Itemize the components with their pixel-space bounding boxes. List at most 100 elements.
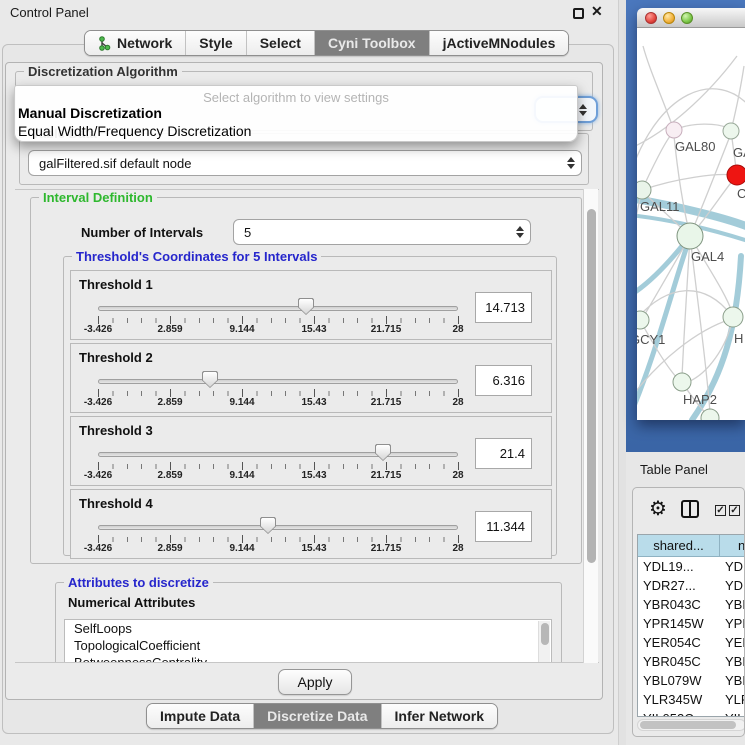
network-window-titlebar[interactable] (637, 8, 745, 28)
table-horizontal-scrollbar[interactable] (637, 719, 745, 731)
cell: YBR043C (720, 595, 745, 614)
list-item[interactable]: TopologicalCoefficient (65, 637, 551, 654)
table-row[interactable]: YBR043CYBR043C (638, 595, 745, 614)
cell: YER054C (720, 633, 745, 652)
threshold-2-value-field[interactable]: 6.316 (475, 365, 532, 396)
numerical-attributes-list[interactable]: SelfLoops TopologicalCoefficient Between… (64, 619, 552, 663)
threshold-1-label: Threshold 1 (79, 277, 153, 292)
tab-infer-network[interactable]: Infer Network (382, 704, 497, 728)
threshold-1-slider[interactable] (98, 306, 458, 311)
cyni-toolbox-panel: Discretization Algorithm Select algorith… (5, 62, 603, 700)
network-view-window[interactable]: GAL80 GA GAL11 C GAL4 GCY1 H HAP2 (637, 8, 745, 420)
combo-stepper-icon (561, 157, 581, 169)
threshold-2-slider[interactable] (98, 379, 458, 384)
tick-label: 15.43 (301, 470, 326, 481)
threshold-1-value-field[interactable]: 14.713 (475, 292, 532, 323)
tick-label: 21.715 (371, 543, 402, 554)
threshold-4-slider[interactable] (98, 525, 458, 530)
threshold-3-slider[interactable] (98, 452, 458, 457)
gear-icon[interactable]: ⚙ (649, 496, 667, 521)
tab-select[interactable]: Select (247, 31, 315, 55)
table-row[interactable]: YLR345WYLR345W (638, 690, 745, 709)
tick-labels: -3.426 2.859 9.144 15.43 21.715 28 (98, 543, 459, 556)
scrollbar-thumb[interactable] (640, 721, 736, 729)
table-panel-title: Table Panel (640, 462, 708, 477)
panel-scrollbar[interactable] (583, 189, 598, 663)
table-toolbar: ⚙ ✓ ✓ (633, 488, 745, 532)
algorithm-dropdown-popup: Select algorithm to view settings Manual… (14, 85, 578, 142)
settings-scroll-viewport: Interval Definition Number of Intervals … (15, 189, 599, 663)
threshold-4-label: Threshold 4 (79, 496, 153, 511)
tab-impute-data-label: Impute Data (160, 708, 240, 724)
float-window-icon[interactable] (573, 8, 584, 19)
threshold-3-slider-handle[interactable] (375, 444, 391, 461)
cell: YBL079W (720, 671, 745, 690)
list-scrollbar[interactable] (538, 621, 550, 663)
discretization-algorithm-group-title: Discretization Algorithm (24, 64, 182, 79)
table-row[interactable]: YDR27...YDR27... (638, 576, 745, 595)
threshold-3-panel: Threshold 3 -3.426 2.859 9.144 15.43 21.… (70, 416, 552, 486)
table-row[interactable]: YDL19...YDL19... (638, 557, 745, 576)
table-row[interactable]: YER054CYER054C (638, 633, 745, 652)
number-of-intervals-label: Number of Intervals (81, 225, 203, 240)
column-header-shared[interactable]: shared... (638, 535, 720, 557)
cell: YIL052C (720, 709, 745, 717)
top-tab-bar: Network Style Select Cyni Toolbox jActiv… (84, 30, 569, 56)
tab-discretize-data-label: Discretize Data (267, 708, 367, 724)
checkbox-icon[interactable]: ✓ (715, 505, 726, 516)
cell: YDR27... (720, 576, 745, 595)
thresholds-group-title: Threshold's Coordinates for 5 Intervals (72, 249, 321, 264)
cell: YIL052C (638, 709, 720, 717)
threshold-4-panel: Threshold 4 -3.426 2.859 9.144 15.43 21.… (70, 489, 552, 559)
list-item[interactable]: SelfLoops (65, 620, 551, 637)
node-label-gal11: GAL11 (640, 199, 680, 214)
table-row[interactable]: YIL052CYIL052C (638, 709, 745, 717)
cell: YLR345W (720, 690, 745, 709)
network-canvas[interactable]: GAL80 GA GAL11 C GAL4 GCY1 H HAP2 (637, 28, 745, 420)
tick-label: 21.715 (371, 397, 402, 408)
tick-marks (98, 462, 459, 470)
tick-label: 9.144 (229, 470, 254, 481)
tab-style[interactable]: Style (186, 31, 246, 55)
table-data-combo-value: galFiltered.sif default node (29, 156, 561, 171)
tab-discretize-data[interactable]: Discretize Data (254, 704, 381, 728)
zoom-traffic-light-icon[interactable] (681, 12, 693, 24)
node-table[interactable]: shared... name YDL19...YDL19... YDR27...… (637, 534, 745, 717)
close-traffic-light-icon[interactable] (645, 12, 657, 24)
number-of-intervals-combobox[interactable]: 5 (233, 219, 531, 245)
list-item[interactable]: BetweennessCentrality (65, 654, 551, 663)
minimize-traffic-light-icon[interactable] (663, 12, 675, 24)
tab-jactivemnodules[interactable]: jActiveMNodules (430, 31, 569, 55)
tab-impute-data[interactable]: Impute Data (147, 704, 254, 728)
tick-label: 21.715 (371, 470, 402, 481)
close-icon[interactable]: ✕ (591, 3, 603, 20)
interval-definition-title: Interval Definition (39, 190, 157, 205)
table-row[interactable]: YBR045CYBR045C (638, 652, 745, 671)
tick-label: 28 (452, 470, 463, 481)
tab-style-label: Style (199, 35, 232, 51)
popup-item-manual-discretization[interactable]: Manual Discretization (18, 105, 162, 121)
panel-splitter[interactable] (618, 0, 626, 745)
tab-network[interactable]: Network (85, 31, 186, 55)
table-row[interactable]: YPR145WYPR145W (638, 614, 745, 633)
threshold-2-slider-handle[interactable] (202, 371, 218, 388)
apply-button[interactable]: Apply (278, 669, 352, 695)
popup-item-equal-width-frequency[interactable]: Equal Width/Frequency Discretization (18, 123, 251, 139)
threshold-4-slider-handle[interactable] (260, 517, 276, 534)
column-header-name[interactable]: name (720, 535, 745, 557)
threshold-1-slider-handle[interactable] (298, 298, 314, 315)
tab-cyni-toolbox[interactable]: Cyni Toolbox (315, 31, 430, 55)
checkbox-icon[interactable]: ✓ (729, 505, 740, 516)
cell: YBR045C (638, 652, 720, 671)
columns-icon[interactable] (681, 500, 699, 518)
node-label-gal80: GAL80 (675, 139, 715, 154)
table-row[interactable]: YBL079WYBL079W (638, 671, 745, 690)
threshold-3-value-field[interactable]: 21.4 (475, 438, 532, 469)
scrollbar-thumb[interactable] (587, 209, 596, 563)
tick-label: 28 (452, 397, 463, 408)
tick-label: 28 (452, 543, 463, 554)
table-data-combobox[interactable]: galFiltered.sif default node (28, 150, 582, 176)
tick-label: 15.43 (301, 397, 326, 408)
threshold-4-value-field[interactable]: 11.344 (475, 511, 532, 542)
interval-definition-group: Interval Definition Number of Intervals … (30, 197, 582, 564)
